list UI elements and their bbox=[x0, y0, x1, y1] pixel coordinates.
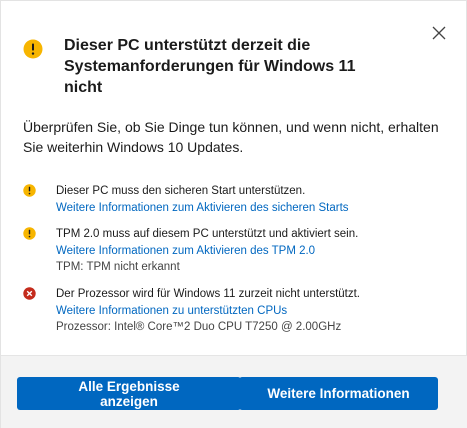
warning-icon bbox=[23, 227, 36, 240]
intro-text: Überprüfen Sie, ob Sie Dinge tun können,… bbox=[23, 119, 439, 155]
close-icon bbox=[432, 26, 446, 40]
close-button[interactable] bbox=[427, 21, 451, 45]
more-information-button[interactable]: Weitere Informationen bbox=[239, 377, 438, 410]
requirement-title: Der Prozessor wird für Windows 11 zurzei… bbox=[56, 288, 361, 300]
requirement-title: TPM 2.0 muss auf diesem PC unterstützt u… bbox=[56, 228, 359, 240]
tpm-info-link[interactable]: Weitere Informationen zum Aktivieren des… bbox=[56, 243, 446, 260]
requirement-title: Dieser PC muss den sicheren Start unters… bbox=[56, 185, 306, 197]
dialog-footer: Alle Ergebnisse anzeigen Weitere Informa… bbox=[1, 355, 467, 428]
show-all-results-button[interactable]: Alle Ergebnisse anzeigen bbox=[17, 377, 241, 410]
warning-icon bbox=[23, 39, 43, 59]
cpu-info-link[interactable]: Weitere Informationen zu unterstützten C… bbox=[56, 303, 446, 320]
compatibility-dialog: Dieser PC unterstützt derzeit die System… bbox=[0, 0, 467, 428]
processor-status: Prozessor: Intel® Core™2 Duo CPU T7250 @… bbox=[56, 321, 342, 333]
warning-icon bbox=[23, 184, 36, 197]
dialog-title: Dieser PC unterstützt derzeit die System… bbox=[64, 37, 356, 96]
more-information-label: Weitere Informationen bbox=[267, 386, 410, 401]
secure-boot-info-link[interactable]: Weitere Informationen zum Aktivieren des… bbox=[56, 200, 446, 217]
error-icon bbox=[23, 287, 36, 300]
tpm-status: TPM: TPM nicht erkannt bbox=[56, 261, 180, 273]
show-all-results-label: Alle Ergebnisse anzeigen bbox=[78, 378, 180, 409]
